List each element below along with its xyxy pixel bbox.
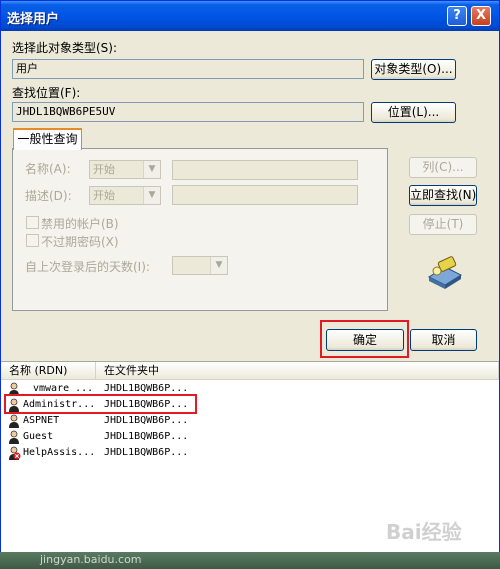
taskbar-text: jingyan.baidu.com — [40, 553, 142, 566]
close-button[interactable]: X — [471, 6, 491, 26]
description-label: 描述(D): — [25, 189, 72, 203]
column-header-name[interactable]: 名称 (RDN) — [1, 362, 96, 380]
disabled-accounts-label: 禁用的帐户(B) — [41, 217, 119, 231]
list-item[interactable]: HelpAssis... JHDL1BQWB6P... — [1, 445, 499, 461]
user-icon — [7, 414, 21, 428]
help-button[interactable]: ? — [447, 6, 467, 26]
watermark: Bai经验 — [386, 520, 462, 544]
list-item[interactable]: Guest JHDL1BQWB6P... — [1, 429, 499, 445]
find-now-button[interactable]: 立即查找(N) — [409, 185, 477, 206]
chevron-down-icon: ▼ — [143, 161, 160, 178]
user-icon — [7, 430, 21, 444]
stop-button[interactable]: 停止(T) — [409, 214, 477, 235]
result-name: HelpAssis... — [23, 447, 96, 458]
disabled-accounts-checkbox[interactable] — [26, 216, 39, 229]
chevron-down-icon: ▼ — [210, 257, 227, 274]
query-panel: 名称(A): 开始 ▼ 描述(D): 开始 ▼ 禁用的帐户(B) 不过期密码(X… — [12, 148, 388, 311]
select-user-dialog: 选择用户 ? X 选择此对象类型(S): 用户 对象类型(O)... 查找位置(… — [0, 0, 500, 552]
ok-highlight-box — [320, 320, 409, 358]
result-name: ASPNET — [23, 415, 60, 426]
location-label: 查找位置(F): — [12, 86, 81, 100]
days-since-login-select[interactable]: ▼ — [172, 256, 228, 275]
name-label: 名称(A): — [25, 162, 71, 176]
result-folder: JHDL1BQWB6P... — [104, 431, 189, 442]
disabled-user-icon — [7, 446, 21, 460]
search-flashlight-icon — [425, 255, 465, 291]
object-type-label: 选择此对象类型(S): — [12, 41, 118, 55]
description-mode-select[interactable]: 开始 ▼ — [89, 186, 161, 205]
name-mode-value: 开始 — [93, 163, 115, 176]
non-expiring-password-checkbox[interactable] — [26, 234, 39, 247]
description-mode-value: 开始 — [93, 189, 115, 202]
list-item[interactable]: ASPNET JHDL1BQWB6P... — [1, 413, 499, 429]
tab-common-queries[interactable]: 一般性查询 — [13, 128, 82, 150]
days-since-login-label: 自上次登录后的天数(I): — [25, 260, 150, 274]
column-header-folder[interactable]: 在文件夹中 — [96, 362, 499, 380]
cancel-button[interactable]: 取消 — [410, 329, 477, 351]
object-type-field: 用户 — [12, 59, 364, 79]
result-name: Guest — [23, 431, 54, 442]
object-types-button[interactable]: 对象类型(O)... — [371, 59, 456, 80]
locations-button[interactable]: 位置(L)... — [371, 102, 456, 123]
name-input[interactable] — [172, 160, 358, 180]
taskbar: jingyan.baidu.com — [0, 552, 500, 569]
non-expiring-password-label: 不过期密码(X) — [41, 235, 119, 249]
description-input[interactable] — [172, 185, 358, 205]
result-folder: JHDL1BQWB6P... — [104, 447, 189, 458]
administrator-highlight-box — [4, 394, 197, 414]
columns-button[interactable]: 列(C)... — [409, 157, 477, 178]
location-field: JHDL1BQWB6PE5UV — [12, 102, 364, 122]
chevron-down-icon: ▼ — [143, 187, 160, 204]
dialog-title: 选择用户 — [7, 12, 60, 27]
result-folder: JHDL1BQWB6P... — [104, 415, 189, 426]
title-bar: 选择用户 ? X — [1, 1, 499, 31]
name-mode-select[interactable]: 开始 ▼ — [89, 160, 161, 179]
